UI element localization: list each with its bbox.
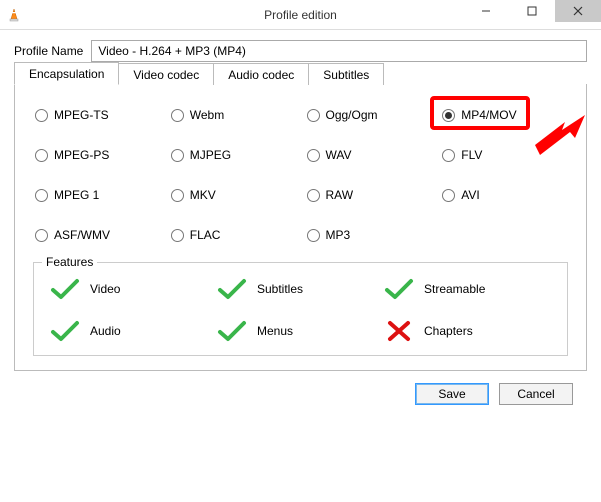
feature-label: Streamable — [424, 282, 485, 296]
radio-label: WAV — [326, 148, 352, 162]
radio-icon — [307, 149, 320, 162]
radio-label: AVI — [461, 188, 479, 202]
window-controls — [463, 0, 601, 29]
minimize-button[interactable] — [463, 0, 509, 22]
radio-label: MPEG-PS — [54, 148, 109, 162]
check-icon — [50, 319, 80, 343]
radio-icon — [171, 109, 184, 122]
feature-video: Video — [50, 277, 217, 301]
tab-subtitles[interactable]: Subtitles — [309, 63, 384, 85]
radio-webm[interactable]: Webm — [169, 106, 297, 124]
radio-icon — [442, 149, 455, 162]
feature-label: Video — [90, 282, 120, 296]
check-icon — [217, 319, 247, 343]
radio-label: Ogg/Ogm — [326, 108, 378, 122]
features-groupbox: Features VideoSubtitlesStreamableAudioMe… — [33, 262, 568, 356]
radio-label: ASF/WMV — [54, 228, 110, 242]
radio-label: MJPEG — [190, 148, 231, 162]
app-icon — [6, 7, 22, 23]
feature-label: Chapters — [424, 324, 473, 338]
radio-label: FLV — [461, 148, 482, 162]
radio-label: MP3 — [326, 228, 351, 242]
profile-name-row: Profile Name — [14, 40, 587, 62]
radio-icon — [307, 189, 320, 202]
tabstrip: Encapsulation Video codec Audio codec Su… — [14, 62, 384, 85]
cancel-button[interactable]: Cancel — [499, 383, 573, 405]
save-button[interactable]: Save — [415, 383, 489, 405]
feature-label: Subtitles — [257, 282, 303, 296]
radio-flac[interactable]: FLAC — [169, 226, 297, 244]
radio-icon — [35, 109, 48, 122]
radio-icon — [307, 229, 320, 242]
encapsulation-grid: MPEG-TS Webm Ogg/Ogm MP4/MOV MPEG-PS MJPEG WAV… — [33, 106, 568, 244]
tab-content-encapsulation: MPEG-TS Webm Ogg/Ogm MP4/MOV MPEG-PS MJPEG WAV… — [15, 84, 586, 370]
radio-mp4-mov[interactable]: MP4/MOV — [440, 106, 568, 124]
radio-icon — [307, 109, 320, 122]
feature-label: Audio — [90, 324, 121, 338]
check-icon — [384, 277, 414, 301]
tab-video-codec[interactable]: Video codec — [119, 63, 214, 85]
features-title: Features — [42, 255, 97, 269]
profile-name-label: Profile Name — [14, 44, 83, 58]
features-grid: Video Subtitles Streamable Audio Menus Chapte… — [50, 277, 551, 343]
radio-mpeg-ts[interactable]: MPEG-TS — [33, 106, 161, 124]
radio-label: Webm — [190, 108, 224, 122]
close-button[interactable] — [555, 0, 601, 22]
radio-mkv[interactable]: MKV — [169, 186, 297, 204]
feature-menus: Menus — [217, 319, 384, 343]
radio-label: MP4/MOV — [461, 108, 516, 122]
maximize-button[interactable] — [509, 0, 555, 22]
titlebar: Profile edition — [0, 0, 601, 30]
radio-mpeg-1[interactable]: MPEG 1 — [33, 186, 161, 204]
radio-flv[interactable]: FLV — [440, 146, 568, 164]
radio-wav[interactable]: WAV — [305, 146, 433, 164]
radio-icon — [171, 189, 184, 202]
radio-asf-wmv[interactable]: ASF/WMV — [33, 226, 161, 244]
check-icon — [217, 277, 247, 301]
cross-icon — [384, 319, 414, 343]
radio-label: RAW — [326, 188, 354, 202]
radio-icon — [442, 109, 455, 122]
feature-chapters: Chapters — [384, 319, 551, 343]
radio-icon — [35, 229, 48, 242]
radio-label: FLAC — [190, 228, 221, 242]
feature-label: Menus — [257, 324, 293, 338]
radio-icon — [35, 189, 48, 202]
tabsheet: Encapsulation Video codec Audio codec Su… — [14, 84, 587, 371]
radio-avi[interactable]: AVI — [440, 186, 568, 204]
radio-mp3[interactable]: MP3 — [305, 226, 433, 244]
profile-name-input[interactable] — [91, 40, 587, 62]
radio-icon — [35, 149, 48, 162]
radio-label: MPEG-TS — [54, 108, 109, 122]
feature-streamable: Streamable — [384, 277, 551, 301]
radio-icon — [171, 229, 184, 242]
dialog-buttons: Save Cancel — [14, 371, 587, 405]
tab-audio-codec[interactable]: Audio codec — [214, 63, 309, 85]
radio-mpeg-ps[interactable]: MPEG-PS — [33, 146, 161, 164]
radio-ogg-ogm[interactable]: Ogg/Ogm — [305, 106, 433, 124]
radio-raw[interactable]: RAW — [305, 186, 433, 204]
tab-encapsulation[interactable]: Encapsulation — [14, 62, 119, 85]
radio-icon — [442, 189, 455, 202]
feature-audio: Audio — [50, 319, 217, 343]
radio-icon — [171, 149, 184, 162]
feature-subtitles: Subtitles — [217, 277, 384, 301]
radio-mjpeg[interactable]: MJPEG — [169, 146, 297, 164]
check-icon — [50, 277, 80, 301]
radio-label: MKV — [190, 188, 216, 202]
radio-label: MPEG 1 — [54, 188, 99, 202]
